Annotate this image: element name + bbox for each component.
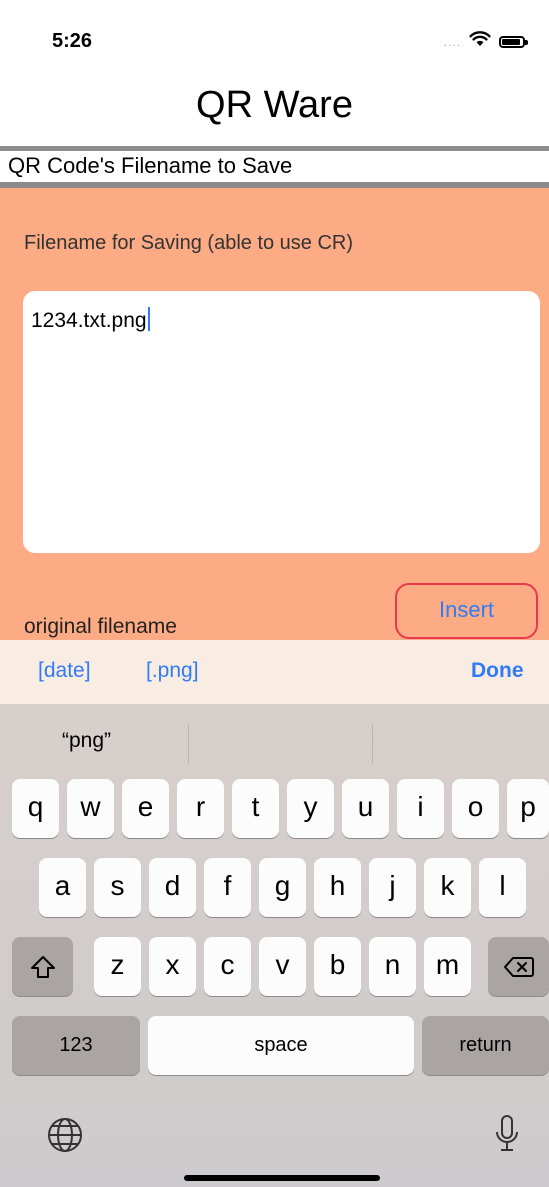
key-k[interactable]: k [424, 858, 471, 917]
key-x[interactable]: x [149, 937, 196, 996]
home-indicator [184, 1175, 380, 1181]
suggestion-divider [372, 724, 373, 764]
suggestion-divider [188, 724, 189, 764]
signal-icon: .... [443, 34, 461, 49]
space-key[interactable]: space [148, 1016, 414, 1075]
filename-textarea[interactable]: 1234.txt.png [23, 291, 540, 553]
key-n[interactable]: n [369, 937, 416, 996]
battery-fill [502, 38, 520, 45]
suggestion-1[interactable]: “png” [62, 729, 111, 753]
done-button[interactable]: Done [471, 659, 524, 683]
key-c[interactable]: c [204, 937, 251, 996]
shift-icon [30, 949, 56, 980]
status-time: 5:26 [52, 30, 93, 52]
keyboard-accessory-bar: [date] [.png] Done [0, 640, 549, 704]
status-icons: .... [443, 31, 528, 52]
return-key[interactable]: return [422, 1016, 549, 1075]
filename-text: 1234.txt.png [31, 307, 150, 333]
key-s[interactable]: s [94, 858, 141, 917]
key-l[interactable]: l [479, 858, 526, 917]
key-t[interactable]: t [232, 779, 279, 838]
key-z[interactable]: z [94, 937, 141, 996]
key-h[interactable]: h [314, 858, 361, 917]
key-y[interactable]: y [287, 779, 334, 838]
key-o[interactable]: o [452, 779, 499, 838]
wifi-icon [469, 31, 491, 52]
key-b[interactable]: b [314, 937, 361, 996]
screen: 5:26 .... QR Ware QR Code's Filename to … [0, 0, 549, 1187]
text-caret [147, 307, 150, 331]
globe-icon[interactable] [46, 1116, 84, 1159]
key-f[interactable]: f [204, 858, 251, 917]
key-p[interactable]: p [507, 779, 549, 838]
original-filename-label: original filename [24, 615, 177, 638]
app-title: QR Ware [196, 84, 353, 126]
key-q[interactable]: q [12, 779, 59, 838]
key-a[interactable]: a [39, 858, 86, 917]
divider-top [0, 146, 549, 151]
key-d[interactable]: d [149, 858, 196, 917]
numbers-key[interactable]: 123 [12, 1016, 140, 1075]
shift-key[interactable] [12, 937, 73, 996]
backspace-icon [503, 949, 534, 980]
key-w[interactable]: w [67, 779, 114, 838]
battery-icon [499, 35, 528, 48]
keyboard: “png” q w e r t y u i o p a s d f g h j … [0, 704, 549, 1187]
key-g[interactable]: g [259, 858, 306, 917]
key-u[interactable]: u [342, 779, 389, 838]
section-label: QR Code's Filename to Save [8, 153, 293, 178]
key-v[interactable]: v [259, 937, 306, 996]
insert-button[interactable]: Insert [395, 583, 538, 639]
filename-value: 1234.txt.png [31, 309, 147, 332]
microphone-icon[interactable] [494, 1114, 520, 1161]
date-button[interactable]: [date] [38, 659, 91, 683]
key-r[interactable]: r [177, 779, 224, 838]
backspace-key[interactable] [488, 937, 549, 996]
key-e[interactable]: e [122, 779, 169, 838]
key-i[interactable]: i [397, 779, 444, 838]
key-m[interactable]: m [424, 937, 471, 996]
filename-field-label: Filename for Saving (able to use CR) [24, 232, 354, 254]
key-j[interactable]: j [369, 858, 416, 917]
png-button[interactable]: [.png] [146, 659, 199, 683]
